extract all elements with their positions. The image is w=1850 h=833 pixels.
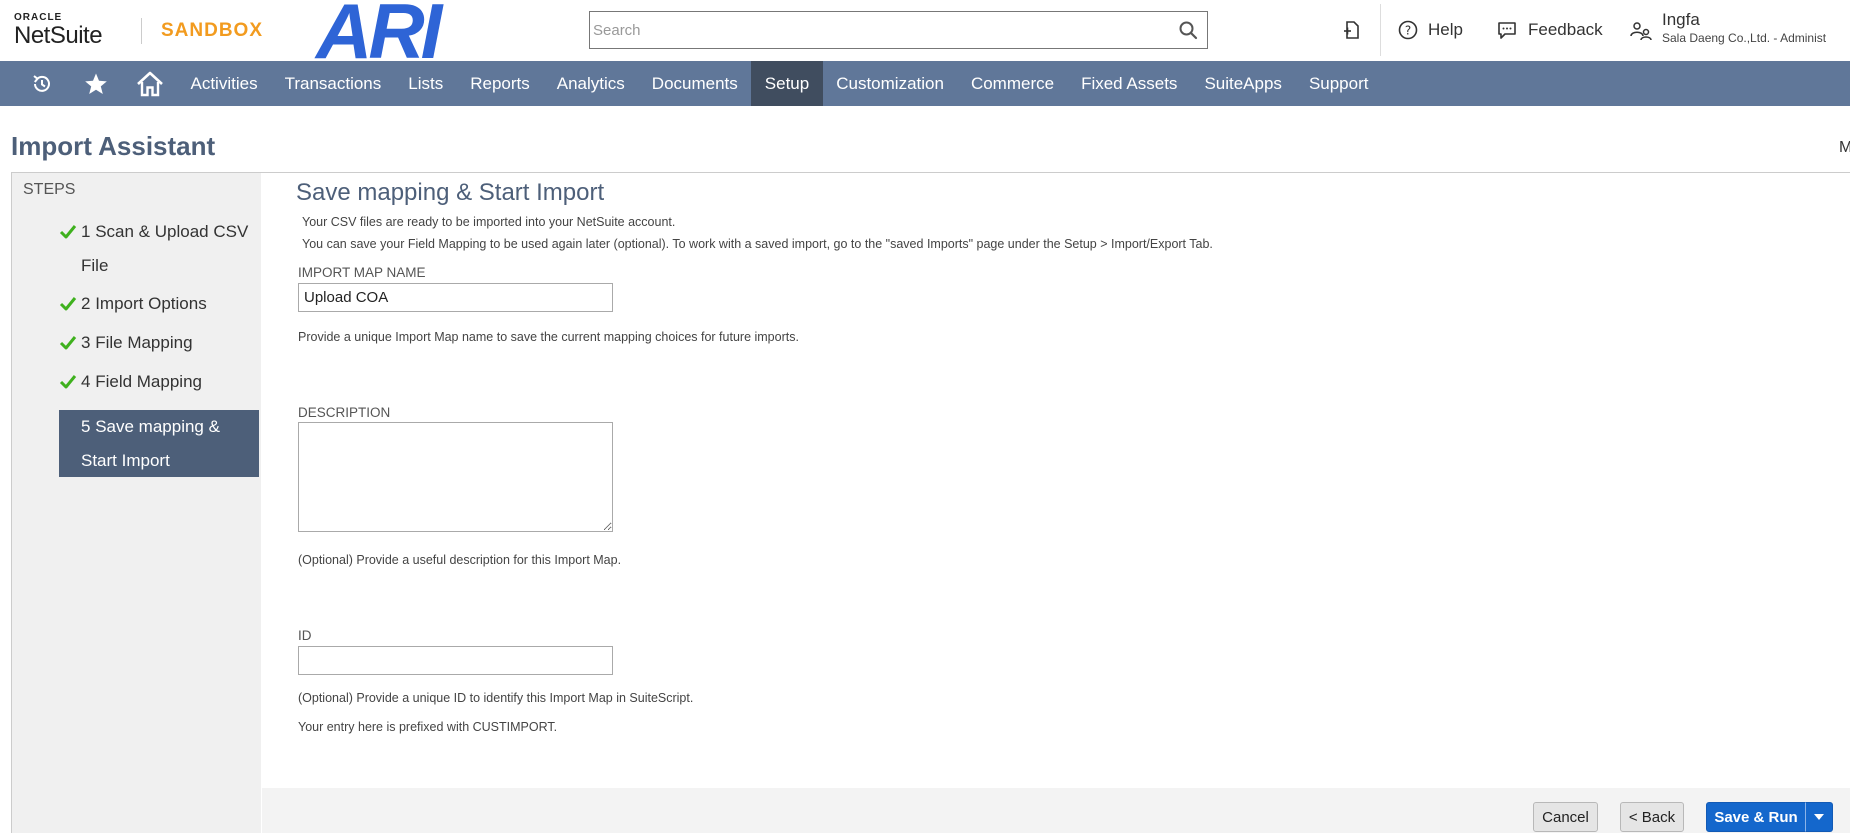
global-search xyxy=(589,11,1208,49)
netsuite-logo[interactable]: ORACLE NetSuite xyxy=(14,12,103,49)
environment-badge: SANDBOX xyxy=(161,20,264,41)
step-label: 4 Field Mapping xyxy=(81,372,202,391)
import-form: Save mapping & Start Import Your CSV fil… xyxy=(262,173,1850,788)
netsuite-wordmark: NetSuite xyxy=(14,22,103,49)
recent-record-icon xyxy=(1344,21,1359,39)
nav-tab-analytics[interactable]: Analytics xyxy=(543,61,638,106)
description-label: DESCRIPTION xyxy=(298,405,391,420)
check-icon xyxy=(59,225,77,239)
import-map-name-help: Provide a unique Import Map name to save… xyxy=(298,330,799,344)
description-textarea[interactable] xyxy=(298,422,613,532)
nav-tab-lists[interactable]: Lists xyxy=(395,61,457,106)
back-button[interactable]: < Back xyxy=(1620,802,1684,832)
global-header: ORACLE NetSuite SANDBOX ARI ? Help Feedb… xyxy=(0,0,1850,75)
search-input[interactable] xyxy=(590,12,1165,48)
id-prefix-note: Your entry here is prefixed with CUSTIMP… xyxy=(298,720,558,734)
role-switch-icon xyxy=(1630,22,1652,41)
nav-tab-commerce[interactable]: Commerce xyxy=(957,61,1067,106)
help-icon: ? xyxy=(1398,20,1418,40)
step-label: 1 Scan & Upload CSV File xyxy=(81,222,249,275)
step-label: 2 Import Options xyxy=(81,294,207,313)
svg-text:?: ? xyxy=(1405,24,1411,38)
intro-text-line-2: You can save your Field Mapping to be us… xyxy=(302,237,1213,251)
main-navigation: Activities Transactions Lists Reports An… xyxy=(0,61,1850,106)
id-help: (Optional) Provide a unique ID to identi… xyxy=(298,691,694,705)
home-nav[interactable] xyxy=(123,61,177,106)
steps-title: STEPS xyxy=(23,181,76,198)
header-separator xyxy=(1380,4,1381,56)
history-icon xyxy=(33,74,50,92)
id-input[interactable] xyxy=(298,646,613,675)
check-icon xyxy=(59,297,77,311)
search-icon[interactable] xyxy=(1178,20,1198,40)
save-and-run-button[interactable]: Save & Run xyxy=(1706,802,1806,832)
import-map-name-label: IMPORT MAP NAME xyxy=(298,265,426,280)
nav-tab-support[interactable]: Support xyxy=(1295,61,1382,106)
section-title: Save mapping & Start Import xyxy=(296,179,605,206)
steps-panel: STEPS 1 Scan & Upload CSV File 2 Import … xyxy=(11,173,261,833)
nav-tab-transactions[interactable]: Transactions xyxy=(271,61,395,106)
recent-records-button[interactable] xyxy=(1341,18,1363,42)
step-4-field-mapping[interactable]: 4 Field Mapping xyxy=(59,365,259,399)
nav-tab-suiteapps[interactable]: SuiteApps xyxy=(1191,61,1296,106)
shortcuts-nav[interactable] xyxy=(69,61,123,106)
cancel-button[interactable]: Cancel xyxy=(1533,802,1598,832)
user-name: Ingfa xyxy=(1662,10,1700,29)
recent-records-nav[interactable] xyxy=(15,61,69,106)
step-3-file-mapping[interactable]: 3 File Mapping xyxy=(59,326,259,360)
chevron-down-icon xyxy=(1814,814,1824,820)
intro-text-line-1: Your CSV files are ready to be imported … xyxy=(302,215,676,229)
check-icon xyxy=(59,375,77,389)
home-icon xyxy=(137,71,163,96)
import-map-name-input[interactable] xyxy=(298,283,613,312)
nav-tab-activities[interactable]: Activities xyxy=(177,61,271,106)
logo-divider xyxy=(141,18,142,44)
step-5-save-start-import[interactable]: 5 Save mapping & Start Import xyxy=(59,410,259,477)
user-role: Sala Daeng Co.,Ltd. - Administ xyxy=(1662,31,1827,45)
feedback-link[interactable]: Feedback xyxy=(1496,18,1603,42)
user-menu[interactable]: Ingfa Sala Daeng Co.,Ltd. - Administ xyxy=(1630,10,1826,46)
step-1-scan-upload[interactable]: 1 Scan & Upload CSV File xyxy=(59,215,259,283)
form-footer: Cancel < Back Save & Run xyxy=(262,788,1850,833)
check-icon xyxy=(59,336,77,350)
nav-tab-fixed-assets[interactable]: Fixed Assets xyxy=(1068,61,1191,106)
nav-tab-reports[interactable]: Reports xyxy=(457,61,544,106)
nav-tab-customization[interactable]: Customization xyxy=(823,61,958,106)
save-options-dropdown[interactable] xyxy=(1805,802,1833,832)
id-label: ID xyxy=(298,628,312,643)
step-label: 3 File Mapping xyxy=(81,333,193,352)
feedback-icon xyxy=(1498,22,1516,39)
star-icon xyxy=(85,73,107,94)
help-label: Help xyxy=(1428,20,1463,39)
nav-tab-setup[interactable]: Setup xyxy=(751,61,823,106)
feedback-label: Feedback xyxy=(1528,20,1603,39)
step-2-import-options[interactable]: 2 Import Options xyxy=(59,287,259,321)
help-link[interactable]: ? Help xyxy=(1398,18,1463,42)
step-label: 5 Save mapping & Start Import xyxy=(81,417,220,470)
description-help: (Optional) Provide a useful description … xyxy=(298,553,622,567)
page-right-edge-text: M xyxy=(1839,139,1850,156)
page-title: Import Assistant xyxy=(11,131,216,161)
nav-tab-documents[interactable]: Documents xyxy=(638,61,751,106)
